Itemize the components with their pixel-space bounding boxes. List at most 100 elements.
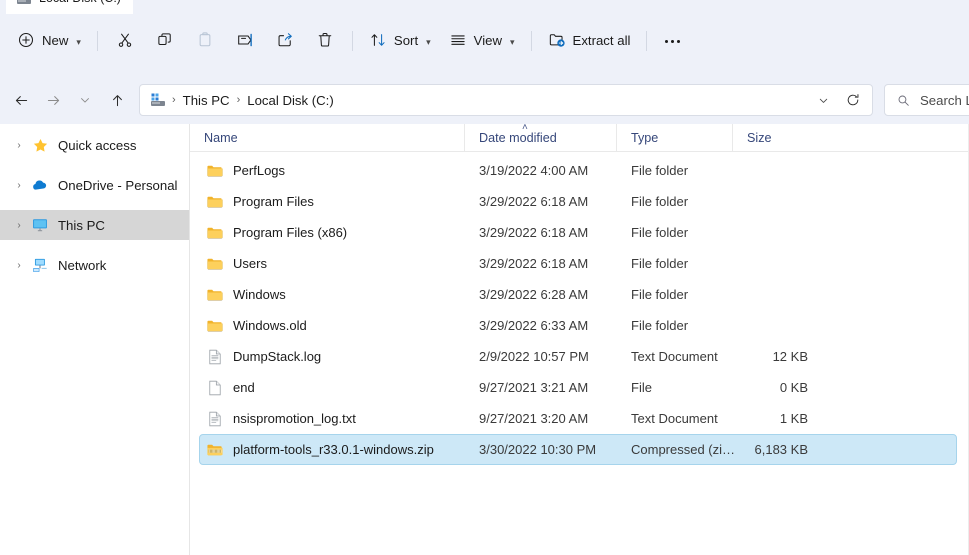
- file-list-area: Name Date modified Type Size ˄ PerfLogs3…: [190, 124, 969, 555]
- sidebar-item-label: Network: [58, 258, 106, 273]
- cell-size: 0 KB: [742, 380, 814, 395]
- network-icon: [30, 256, 50, 274]
- refresh-button[interactable]: [838, 86, 868, 114]
- sidebar-item-network[interactable]: › Network: [0, 250, 189, 280]
- table-row[interactable]: Windows3/29/2022 6:28 AMFile folder: [199, 279, 957, 310]
- copy-button[interactable]: [145, 24, 185, 58]
- column-header-label: Name: [204, 131, 238, 145]
- forward-button[interactable]: [37, 85, 69, 115]
- tab-label: Local Disk (C:): [39, 0, 121, 5]
- cell-date-modified: 3/29/2022 6:18 AM: [474, 194, 626, 209]
- cell-date-modified: 9/27/2021 3:21 AM: [474, 380, 626, 395]
- delete-button[interactable]: [305, 24, 345, 58]
- cell-name: Users: [200, 255, 474, 273]
- file-name: Program Files: [233, 194, 314, 209]
- address-bar-row: › This PC › Local Disk (C:): [0, 80, 969, 120]
- file-name: end: [233, 380, 255, 395]
- column-header-label: Date modified: [479, 131, 557, 145]
- share-button[interactable]: [265, 24, 305, 58]
- cell-type: File folder: [626, 225, 742, 240]
- toolbar-divider-3: [531, 31, 532, 51]
- new-button[interactable]: New ▾: [8, 24, 90, 58]
- drive-icon: [16, 0, 32, 6]
- breadcrumb-separator: ›: [170, 94, 178, 106]
- file-name: Windows: [233, 287, 286, 302]
- cell-date-modified: 3/29/2022 6:33 AM: [474, 318, 626, 333]
- file-name: platform-tools_r33.0.1-windows.zip: [233, 442, 434, 457]
- file-name: PerfLogs: [233, 163, 285, 178]
- table-row[interactable]: end9/27/2021 3:21 AMFile0 KB: [199, 372, 957, 403]
- table-row[interactable]: nsispromotion_log.txt9/27/2021 3:20 AMTe…: [199, 403, 957, 434]
- file-rows: PerfLogs3/19/2022 4:00 AMFile folderProg…: [190, 152, 969, 465]
- address-bar[interactable]: › This PC › Local Disk (C:): [139, 84, 873, 116]
- rename-button[interactable]: [225, 24, 265, 58]
- breadcrumb-local-disk-c[interactable]: Local Disk (C:): [242, 90, 338, 111]
- command-bar: New ▾: [0, 14, 969, 68]
- recent-locations-button[interactable]: [69, 85, 101, 115]
- table-row[interactable]: DumpStack.log2/9/2022 10:57 PMText Docum…: [199, 341, 957, 372]
- column-header-type[interactable]: Type: [616, 124, 732, 152]
- cell-name: PerfLogs: [200, 162, 474, 180]
- navigation-pane: › Quick access › OneDrive - Personal: [0, 124, 190, 555]
- paste-icon: [196, 31, 214, 52]
- view-button[interactable]: View ▾: [440, 24, 524, 58]
- cell-name: nsispromotion_log.txt: [200, 410, 474, 428]
- ellipsis-icon: [677, 40, 680, 43]
- table-row[interactable]: Program Files (x86)3/29/2022 6:18 AMFile…: [199, 217, 957, 248]
- cell-date-modified: 9/27/2021 3:20 AM: [474, 411, 626, 426]
- monitor-icon: [30, 216, 50, 234]
- copy-icon: [156, 31, 174, 52]
- paste-button[interactable]: [185, 24, 225, 58]
- table-row[interactable]: Users3/29/2022 6:18 AMFile folder: [199, 248, 957, 279]
- table-row[interactable]: PerfLogs3/19/2022 4:00 AMFile folder: [199, 155, 957, 186]
- up-button[interactable]: [101, 85, 133, 115]
- ellipsis-icon: [671, 40, 674, 43]
- column-header-name[interactable]: Name: [190, 124, 464, 152]
- search-box[interactable]: Search Lo: [884, 84, 969, 116]
- table-row[interactable]: Program Files 3/29/2022 6:18 AMFile folde…: [199, 186, 957, 217]
- chevron-right-icon[interactable]: ›: [8, 140, 30, 151]
- nav-spacer: [0, 200, 189, 210]
- star-icon: [30, 136, 50, 154]
- column-header-label: Size: [747, 131, 772, 145]
- file-name: Windows.old: [233, 318, 307, 333]
- cell-name: end: [200, 379, 474, 397]
- extract-all-label: Extract all: [573, 34, 631, 47]
- search-input[interactable]: Search Lo: [920, 93, 969, 108]
- back-button[interactable]: [5, 85, 37, 115]
- cell-type: File folder: [626, 194, 742, 209]
- chevron-right-icon[interactable]: ›: [8, 260, 30, 271]
- plus-circle-icon: [17, 31, 35, 52]
- scissors-icon: [116, 31, 134, 52]
- extract-all-button[interactable]: Extract all: [539, 24, 640, 58]
- column-header-date-modified[interactable]: Date modified: [464, 124, 616, 152]
- address-history-button[interactable]: [808, 86, 838, 114]
- toolbar-divider-2: [352, 31, 353, 51]
- breadcrumb-this-pc[interactable]: This PC: [178, 90, 235, 111]
- chevron-down-icon: ▾: [426, 37, 431, 48]
- cell-name: Program Files (x86): [200, 224, 474, 242]
- sidebar-item-quick-access[interactable]: › Quick access: [0, 130, 189, 160]
- toolbar-divider: [97, 31, 98, 51]
- table-row[interactable]: platform-tools_r33.0.1-windows.zip3/30/2…: [199, 434, 957, 465]
- view-label: View: [474, 34, 502, 47]
- table-row[interactable]: Windows.old3/29/2022 6:33 AMFile folder: [199, 310, 957, 341]
- chevron-right-icon[interactable]: ›: [8, 220, 30, 231]
- cell-type: Text Document: [626, 411, 742, 426]
- new-label: New: [42, 34, 68, 47]
- chevron-right-icon[interactable]: ›: [8, 180, 30, 191]
- file-name: Program Files (x86): [233, 225, 347, 240]
- tab-local-disk-c[interactable]: Local Disk (C:): [6, 0, 133, 14]
- column-header-size[interactable]: Size: [732, 124, 804, 152]
- folder-icon: [206, 162, 224, 180]
- cell-date-modified: 2/9/2022 10:57 PM: [474, 349, 626, 364]
- column-headers: Name Date modified Type Size ˄: [190, 124, 969, 152]
- sidebar-item-onedrive[interactable]: › OneDrive - Personal: [0, 170, 189, 200]
- explorer-body: › Quick access › OneDrive - Personal: [0, 124, 969, 555]
- sidebar-item-this-pc[interactable]: › This PC: [0, 210, 189, 240]
- cell-type: Text Document: [626, 349, 742, 364]
- sort-button[interactable]: Sort ▾: [360, 24, 440, 58]
- rename-icon: [236, 31, 254, 52]
- cut-button[interactable]: [105, 24, 145, 58]
- more-options-button[interactable]: [654, 24, 690, 58]
